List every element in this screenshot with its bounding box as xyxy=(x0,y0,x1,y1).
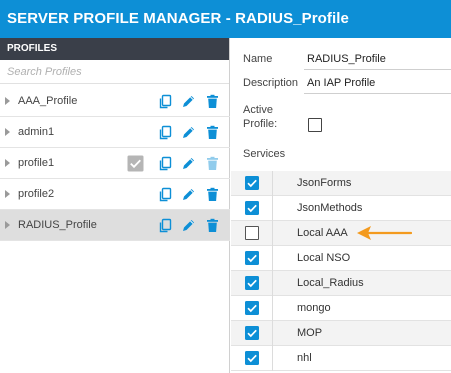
service-label: mongo xyxy=(297,302,331,314)
search-input[interactable] xyxy=(0,60,229,83)
trash-icon[interactable] xyxy=(205,125,220,140)
pencil-icon[interactable] xyxy=(181,156,196,171)
profiles-header: PROFILES xyxy=(0,38,229,60)
caret-right-icon[interactable] xyxy=(5,128,10,136)
service-checkbox[interactable] xyxy=(245,201,259,215)
name-field-underline xyxy=(304,69,451,70)
service-checkbox[interactable] xyxy=(245,351,259,365)
column-divider xyxy=(272,271,273,296)
service-label: Local_Radius xyxy=(297,277,364,289)
pencil-icon[interactable] xyxy=(181,94,196,109)
service-label: JsonMethods xyxy=(297,202,363,214)
service-checkbox[interactable] xyxy=(245,301,259,315)
active-profile-label-line2: Profile: xyxy=(243,118,278,130)
name-field[interactable]: RADIUS_Profile xyxy=(307,53,386,65)
copy-icon[interactable] xyxy=(158,156,173,171)
trash-icon[interactable] xyxy=(205,218,220,233)
copy-icon[interactable] xyxy=(158,125,173,140)
profile-row[interactable]: profile2 xyxy=(0,179,230,210)
service-row: Local AAA xyxy=(231,221,451,246)
profile-row[interactable]: profile1 xyxy=(0,148,230,179)
column-divider xyxy=(272,196,273,221)
service-label: Local NSO xyxy=(297,252,351,264)
service-row: Local_Radius xyxy=(231,271,451,296)
service-label: JsonForms xyxy=(297,177,352,189)
pencil-icon[interactable] xyxy=(181,218,196,233)
service-row: JsonForms xyxy=(231,171,451,196)
services-label: Services xyxy=(243,148,286,160)
description-field-underline xyxy=(304,93,451,94)
service-checkbox[interactable] xyxy=(245,326,259,340)
column-divider xyxy=(272,221,273,246)
service-label: Local AAA xyxy=(297,227,348,239)
profile-label: profile2 xyxy=(18,188,55,200)
column-divider xyxy=(272,296,273,321)
pencil-icon[interactable] xyxy=(181,125,196,140)
caret-right-icon[interactable] xyxy=(5,97,10,105)
column-divider xyxy=(272,171,273,196)
annotation-arrow-icon xyxy=(356,224,412,242)
description-label: Description xyxy=(243,77,299,89)
description-field[interactable]: An IAP Profile xyxy=(307,77,375,89)
active-profile-checkbox[interactable] xyxy=(308,118,322,132)
page-title: SERVER PROFILE MANAGER - RADIUS_Profile xyxy=(0,0,451,38)
service-label: MOP xyxy=(297,327,323,339)
service-checkbox[interactable] xyxy=(245,226,259,240)
active-check-icon[interactable] xyxy=(127,155,144,172)
profile-detail-panel: Name RADIUS_Profile Description An IAP P… xyxy=(231,38,451,373)
service-row: nhl xyxy=(231,346,451,371)
name-label: Name xyxy=(243,53,273,65)
active-profile-label-line1: Active xyxy=(243,104,273,116)
service-row: mongo xyxy=(231,296,451,321)
service-checkbox[interactable] xyxy=(245,276,259,290)
caret-right-icon[interactable] xyxy=(5,190,10,198)
column-divider xyxy=(272,346,273,371)
caret-right-icon[interactable] xyxy=(5,159,10,167)
caret-right-icon[interactable] xyxy=(5,221,10,229)
column-divider xyxy=(272,246,273,271)
copy-icon[interactable] xyxy=(158,94,173,109)
profile-label: RADIUS_Profile xyxy=(18,219,97,231)
service-label: nhl xyxy=(297,352,312,364)
column-divider xyxy=(272,321,273,346)
search-bar xyxy=(0,60,229,84)
trash-icon[interactable] xyxy=(205,187,220,202)
profile-row[interactable]: AAA_Profile xyxy=(0,86,230,117)
pencil-icon[interactable] xyxy=(181,187,196,202)
service-row: Local NSO xyxy=(231,246,451,271)
profile-row[interactable]: admin1 xyxy=(0,117,230,148)
service-checkbox[interactable] xyxy=(245,176,259,190)
service-row: JsonMethods xyxy=(231,196,451,221)
trash-icon[interactable] xyxy=(205,156,220,171)
copy-icon[interactable] xyxy=(158,187,173,202)
profile-label: profile1 xyxy=(18,157,55,169)
profile-row[interactable]: RADIUS_Profile xyxy=(0,210,230,241)
service-checkbox[interactable] xyxy=(245,251,259,265)
service-row: MOP xyxy=(231,321,451,346)
trash-icon[interactable] xyxy=(205,94,220,109)
profiles-panel: PROFILES AAA_Profile admin1 profile1 profil… xyxy=(0,38,230,373)
copy-icon[interactable] xyxy=(158,218,173,233)
profile-label: AAA_Profile xyxy=(18,95,78,107)
profile-label: admin1 xyxy=(18,126,55,138)
